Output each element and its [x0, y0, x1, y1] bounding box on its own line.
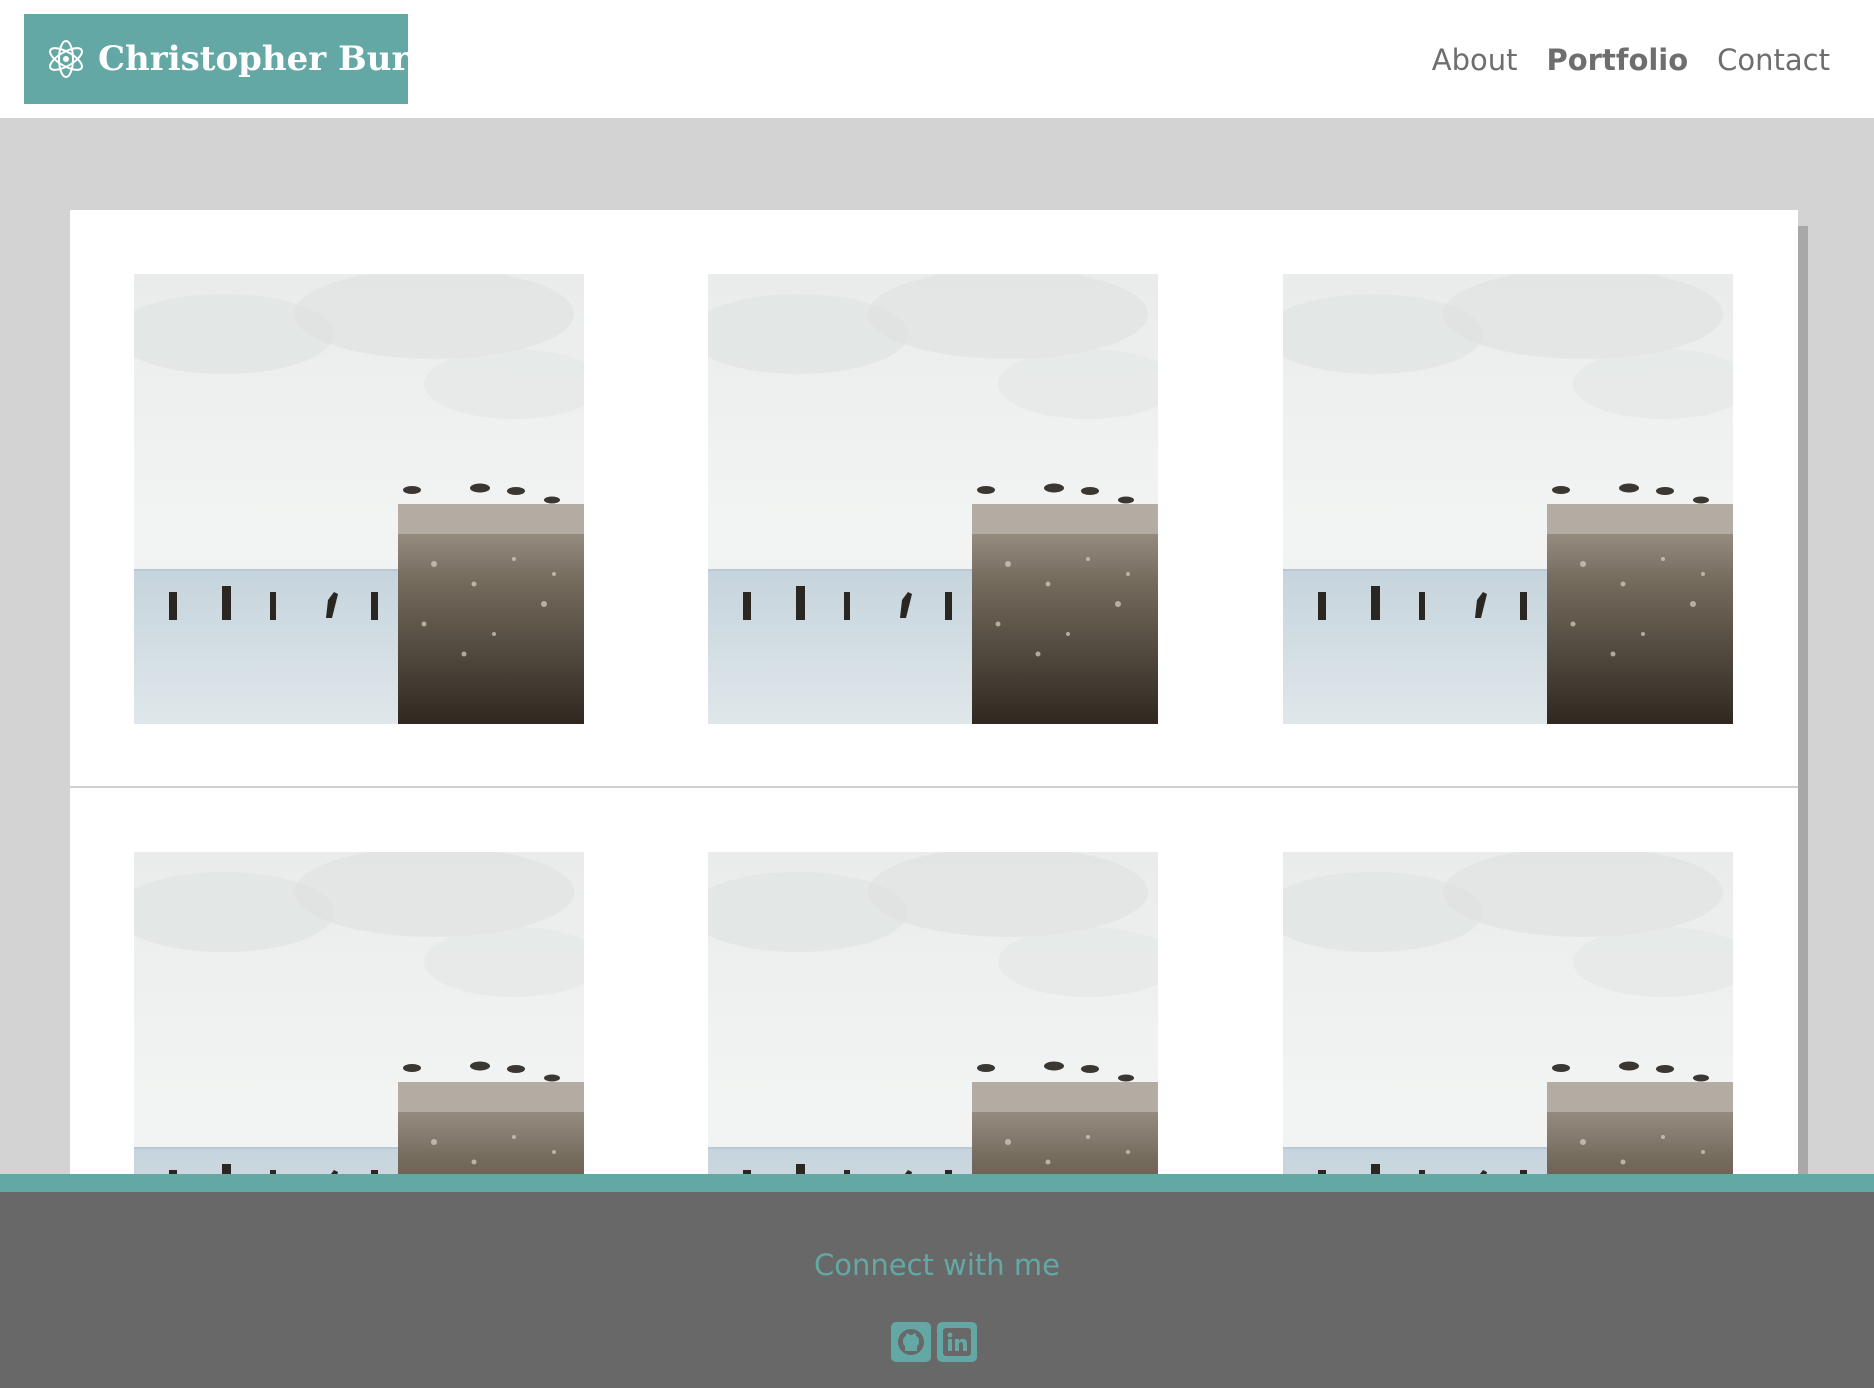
portfolio-photo[interactable] [708, 852, 1158, 1186]
linkedin-link[interactable] [937, 1322, 977, 1362]
nav-portfolio[interactable]: Portfolio [1546, 36, 1688, 84]
linkedin-icon [943, 1328, 971, 1356]
site-footer: Connect with me [0, 1174, 1874, 1388]
portfolio-photo[interactable] [1283, 852, 1733, 1186]
gallery-row [70, 788, 1798, 1186]
atom-logo-icon [49, 40, 83, 78]
portfolio-photo[interactable] [134, 852, 584, 1186]
github-link[interactable] [891, 1322, 931, 1362]
brand-name: Christopher Burns [98, 39, 454, 79]
github-icon [898, 1329, 924, 1355]
portfolio-photo[interactable] [134, 274, 584, 724]
portfolio-gallery [70, 210, 1798, 1186]
main-nav: About Portfolio Contact [1432, 36, 1830, 84]
portfolio-photo[interactable] [1283, 274, 1733, 724]
site-header: Christopher Burns About Portfolio Contac… [0, 0, 1874, 118]
footer-title: Connect with me [814, 1248, 1060, 1282]
gallery-row [70, 210, 1798, 788]
nav-contact[interactable]: Contact [1717, 36, 1830, 84]
social-links [891, 1322, 977, 1362]
portfolio-photo[interactable] [708, 274, 1158, 724]
nav-about[interactable]: About [1432, 36, 1518, 84]
brand-logo-link[interactable]: Christopher Burns [24, 14, 453, 104]
